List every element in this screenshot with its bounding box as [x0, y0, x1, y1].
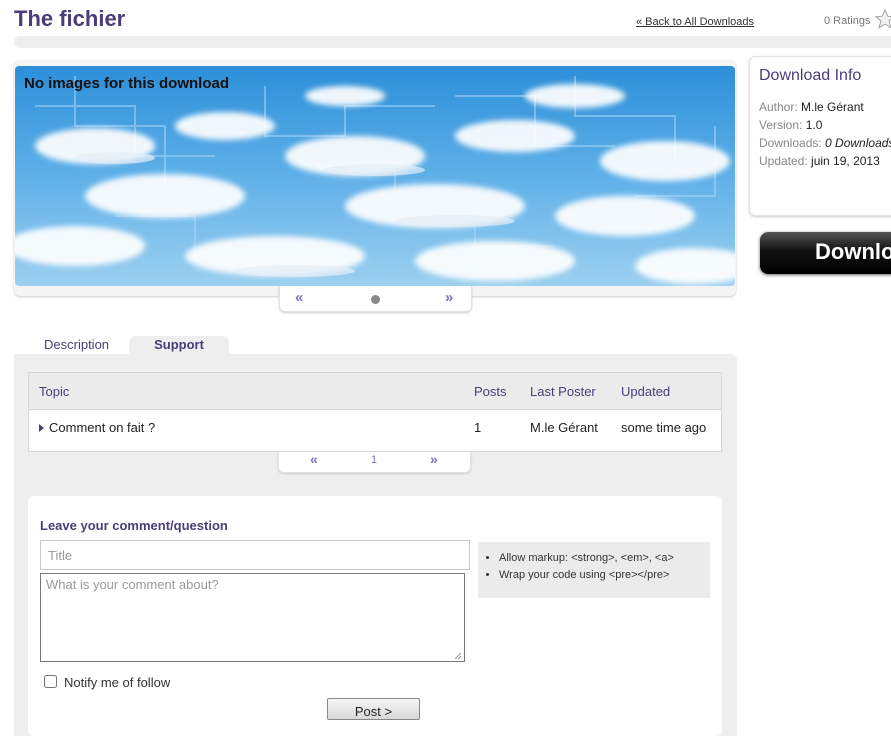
updated-value: juin 19, 2013 [811, 154, 880, 168]
author-label: Author: [759, 100, 798, 114]
placeholder-image [15, 66, 735, 286]
column-topic[interactable]: Topic [39, 384, 69, 399]
page-title: The fichier [14, 6, 126, 31]
info-updated: Updated: juin 19, 2013 [759, 154, 880, 168]
download-button[interactable]: Download [760, 232, 891, 274]
topic-updated: some time ago [621, 420, 707, 435]
comment-title-input[interactable] [40, 540, 470, 570]
comment-form-heading: Leave your comment/question [40, 518, 228, 533]
downloads-value: 0 Downloads [825, 136, 891, 150]
markup-hints: Allow markup: <strong>, <em>, <a> Wrap y… [478, 542, 710, 598]
header-divider-bar [14, 36, 891, 48]
post-button[interactable]: Post > [327, 698, 420, 720]
star-icon[interactable] [874, 8, 891, 30]
tab-support[interactable]: Support [129, 336, 229, 356]
expand-triangle-icon[interactable] [39, 424, 44, 432]
table-page-number[interactable]: 1 [371, 454, 377, 466]
info-downloads: Downloads: 0 Downloads [759, 136, 891, 150]
back-to-downloads-link[interactable]: « Back to All Downloads [636, 16, 754, 28]
updated-label: Updated: [759, 154, 808, 168]
notify-checkbox[interactable] [44, 675, 57, 688]
slider-dot[interactable] [371, 295, 380, 304]
no-images-message: No images for this download [24, 75, 230, 92]
author-value: M.le Gérant [801, 100, 864, 114]
hint-code: Wrap your code using <pre></pre> [499, 569, 710, 581]
slider-next-button[interactable]: » [445, 289, 453, 306]
table-pager: « 1 » [278, 451, 471, 473]
topic-link[interactable]: Comment on fait ? [49, 420, 155, 435]
tab-description[interactable]: Description [44, 337, 109, 352]
version-label: Version: [759, 118, 803, 132]
slider-pager: « » [279, 286, 472, 312]
column-last-poster[interactable]: Last Poster [530, 384, 596, 399]
downloads-label: Downloads: [759, 136, 822, 150]
support-topics-table: Topic Posts Last Poster Updated Comment … [28, 372, 722, 452]
topic-last-poster: M.le Gérant [530, 420, 598, 435]
comment-textarea[interactable] [40, 573, 465, 662]
version-value: 1.0 [805, 118, 823, 132]
table-next-button[interactable]: » [430, 451, 438, 467]
info-version: Version: 1.0 [759, 118, 822, 132]
ratings-count: 0 Ratings [824, 15, 871, 27]
column-updated[interactable]: Updated [621, 384, 670, 399]
download-info-title: Download Info [759, 67, 862, 84]
info-author: Author: M.le Gérant [759, 100, 864, 114]
notify-label: Notify me of follow [64, 675, 171, 690]
topic-posts: 1 [474, 420, 482, 435]
resize-grip-icon[interactable] [452, 650, 462, 660]
table-header: Topic Posts Last Poster Updated [29, 373, 721, 410]
slider-prev-button[interactable]: « [295, 289, 303, 306]
column-posts[interactable]: Posts [474, 384, 507, 399]
table-prev-button[interactable]: « [310, 451, 318, 467]
hint-markup: Allow markup: <strong>, <em>, <a> [499, 552, 710, 564]
